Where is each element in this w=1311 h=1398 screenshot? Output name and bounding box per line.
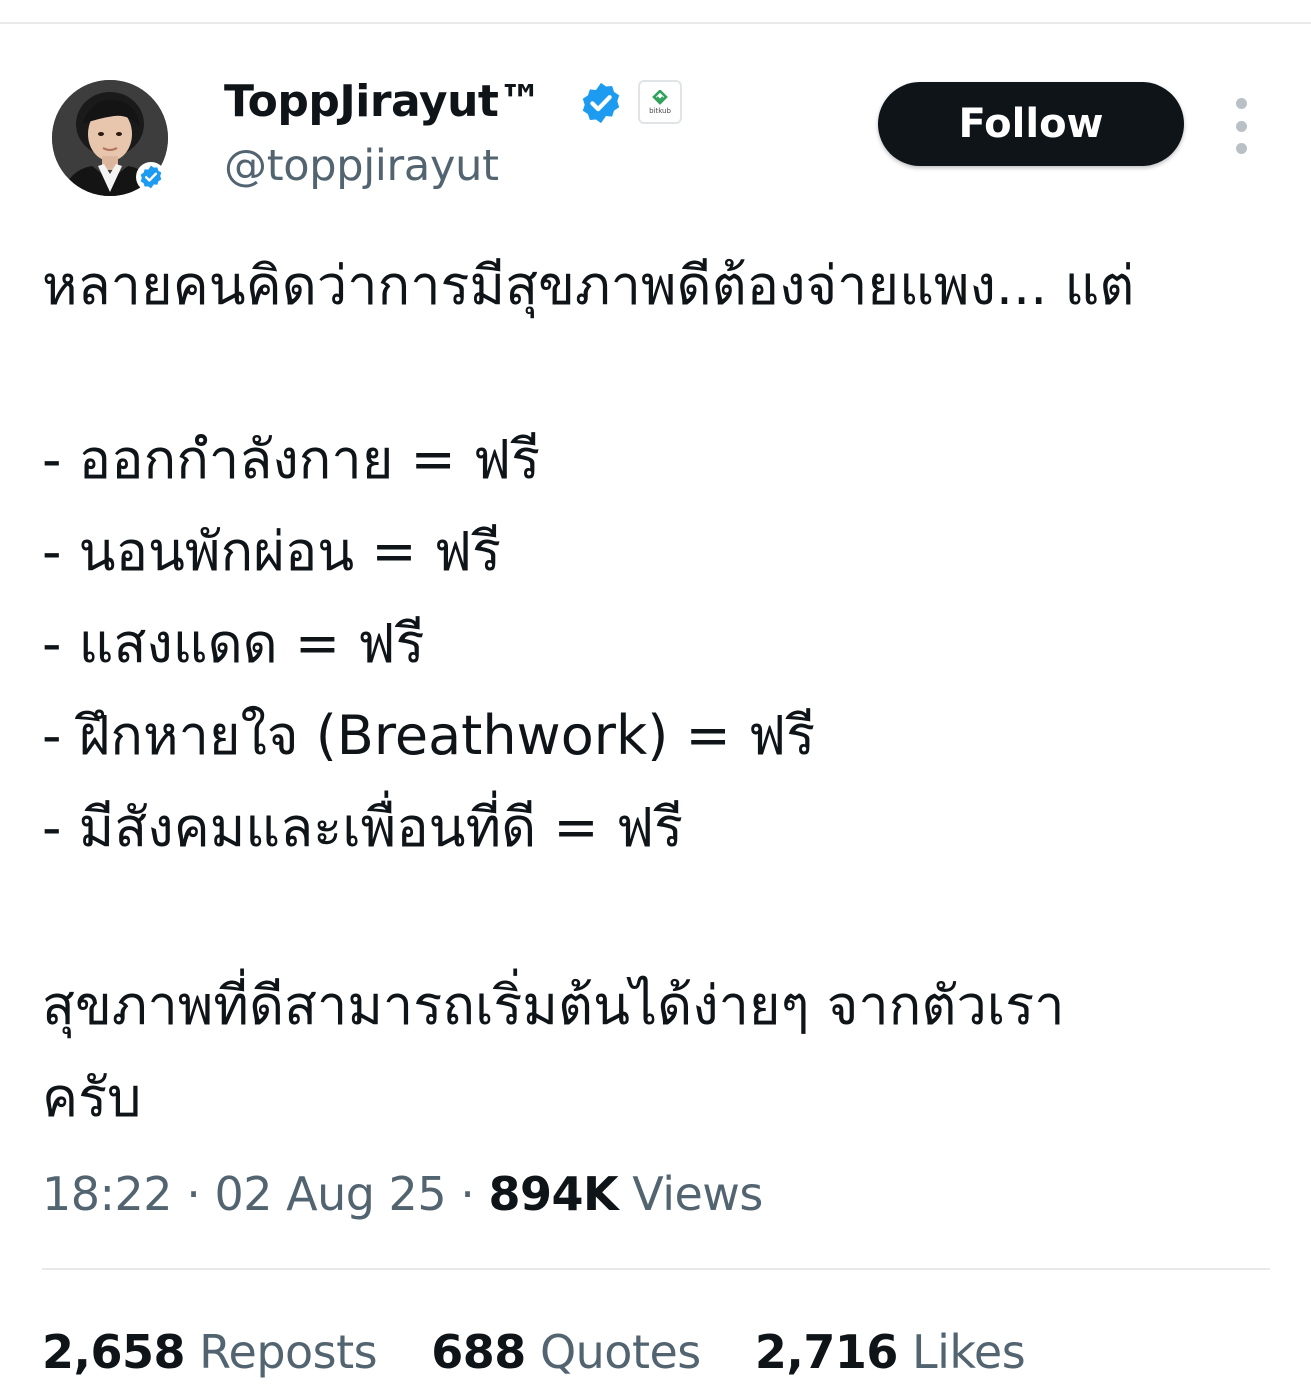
more-icon-dot (1235, 120, 1247, 132)
likes-count: 2,716 (754, 1325, 899, 1379)
display-name[interactable]: ToppJirayut™ (224, 72, 542, 132)
tweet-line: หลายคนคิดว่าการมีสุขภาพดีต้องจ่ายแพง... … (42, 254, 1135, 317)
tweet-line: ครับ (42, 1066, 142, 1129)
affiliate-label: bitkub (649, 106, 671, 115)
engagement-stats: 2,658 Reposts 688 Quotes 2,716 Likes (42, 1320, 1065, 1384)
quotes-count: 688 (431, 1325, 526, 1379)
likes-stat[interactable]: 2,716 Likes (754, 1320, 1026, 1384)
tweet-line: - แสงแดด = ฟรี (42, 612, 425, 675)
tweet-line: - ฝึกหายใจ (Breathwork) = ฟรี (42, 704, 816, 767)
verified-badge-icon[interactable] (578, 80, 624, 126)
follow-button[interactable]: Follow (878, 82, 1184, 166)
reposts-stat[interactable]: 2,658 Reposts (42, 1320, 378, 1384)
avatar-verified-badge (136, 162, 166, 192)
tweet-line: - มีสังคมและเพื่อนที่ดี = ฟรี (42, 796, 684, 859)
reposts-label: Reposts (199, 1325, 378, 1379)
more-icon-dot (1235, 143, 1247, 154)
tweet-date[interactable]: 02 Aug 25 (214, 1167, 446, 1221)
tweet-line: - ออกกำลังกาย = ฟรี (42, 428, 541, 491)
bitkub-logo-icon (652, 89, 668, 105)
stats-divider (42, 1268, 1270, 1270)
reposts-count: 2,658 (42, 1325, 186, 1379)
quotes-stat[interactable]: 688 Quotes (431, 1320, 701, 1384)
more-vertical-icon (1235, 98, 1247, 109)
likes-label: Likes (912, 1325, 1026, 1379)
tweet-line: สุขภาพที่ดีสามารถเริ่มต้นได้ง่ายๆ จากตัว… (42, 974, 1065, 1037)
views-count: 894K (488, 1167, 619, 1221)
tweet-time[interactable]: 18:22 (42, 1167, 173, 1221)
views-label: Views (632, 1167, 763, 1221)
meta-separator: · (186, 1167, 201, 1221)
tweet-meta: 18:22 · 02 Aug 25 · 894K Views (42, 1162, 763, 1226)
top-divider (0, 22, 1311, 24)
tweet-line: - นอนพักผ่อน = ฟรี (42, 520, 501, 583)
more-options-button[interactable] (1222, 98, 1260, 154)
verified-badge-icon (140, 165, 162, 189)
user-handle[interactable]: @toppjirayut (224, 136, 499, 196)
tweet-detail-view: ToppJirayut™ bitkub @toppjirayut Follow … (0, 0, 1311, 1398)
affiliate-badge[interactable]: bitkub (638, 80, 682, 124)
quotes-label: Quotes (539, 1325, 701, 1379)
meta-separator: · (460, 1167, 475, 1221)
